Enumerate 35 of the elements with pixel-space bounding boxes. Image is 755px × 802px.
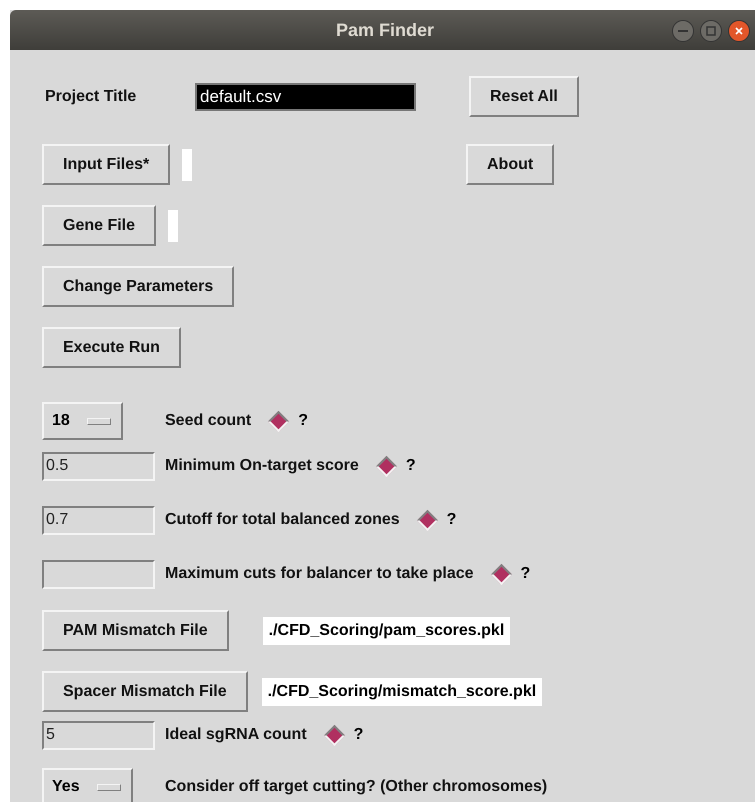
window-title: Pam Finder: [336, 20, 434, 40]
input-field[interactable]: 0.7: [42, 506, 155, 534]
input-field[interactable]: 0.5: [42, 452, 155, 480]
file-button[interactable]: Spacer Mismatch File: [42, 671, 248, 712]
help-text[interactable]: ?: [354, 726, 364, 744]
action-button[interactable]: Change Parameters: [42, 266, 234, 307]
option-menu[interactable]: 18: [42, 402, 123, 440]
file-button[interactable]: Gene File: [42, 205, 156, 246]
parameter-label: Cutoff for total balanced zones: [165, 511, 400, 529]
help-text[interactable]: ?: [520, 565, 530, 583]
parameter-label: Maximum cuts for balancer to take place: [165, 565, 474, 583]
field-label: Project Title: [44, 88, 138, 106]
input-field[interactable]: 5: [42, 720, 155, 750]
file-indicator: [182, 148, 192, 180]
close-icon[interactable]: [728, 20, 750, 42]
parameter-label: Ideal sgRNA count: [165, 726, 307, 744]
project-title-field[interactable]: default.csv: [195, 82, 416, 110]
parameter-label: Seed count: [165, 412, 252, 430]
help-text[interactable]: ?: [298, 412, 308, 430]
option-menu[interactable]: Yes: [42, 768, 133, 802]
minimize-icon[interactable]: [672, 20, 694, 42]
parameter-label: Minimum On-target score: [165, 457, 359, 475]
file-button[interactable]: Input Files*: [42, 144, 170, 185]
file-path: ./CFD_Scoring/pam_scores.pkl: [262, 616, 510, 644]
help-text[interactable]: ?: [406, 457, 416, 475]
help-text[interactable]: ?: [446, 511, 456, 529]
reset-button[interactable]: Reset All: [469, 76, 579, 117]
file-indicator: [168, 210, 178, 242]
action-button[interactable]: Execute Run: [42, 327, 181, 368]
input-field[interactable]: [42, 560, 155, 588]
parameter-label: Consider off target cutting? (Other chromosomes): [165, 778, 548, 796]
maximize-icon[interactable]: [700, 20, 722, 42]
file-button[interactable]: PAM Mismatch File: [42, 610, 229, 651]
about-button[interactable]: About: [466, 144, 554, 185]
file-path: ./CFD_Scoring/mismatch_score.pkl: [262, 678, 542, 706]
